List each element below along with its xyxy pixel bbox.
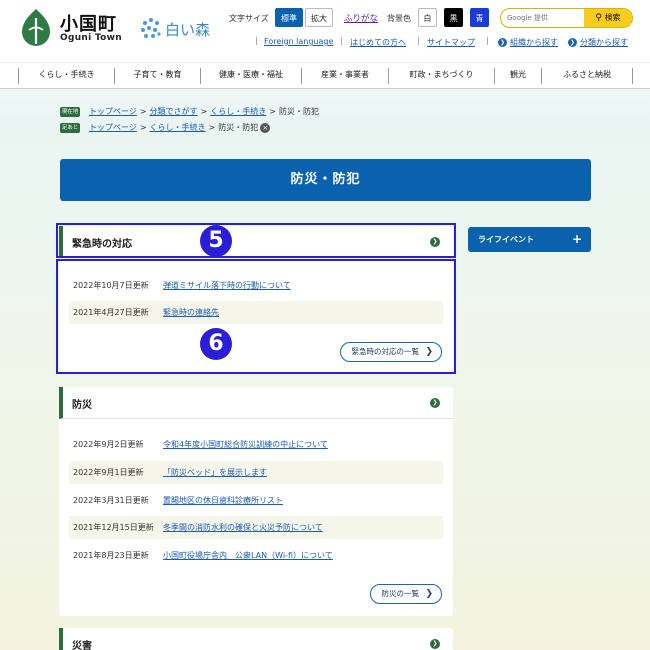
chevron-right-icon: ❯ bbox=[568, 38, 577, 47]
annotation-box-5 bbox=[56, 223, 456, 258]
breadcrumb-link-living[interactable]: くらし・手続き bbox=[210, 107, 266, 116]
breadcrumb-history-link-top[interactable]: トップページ bbox=[89, 123, 137, 132]
item-link[interactable]: 令和4年度小国町総合防災訓練の中止について bbox=[163, 433, 328, 456]
separator: | bbox=[340, 36, 343, 45]
find-by-org-link[interactable]: ❯ 組織から探す bbox=[498, 37, 558, 48]
nav-item-furusato-tax[interactable]: ふるさと納税 bbox=[542, 63, 632, 88]
search-button-label: 検索 bbox=[604, 13, 621, 22]
item-date: 2022年9月1日更新 bbox=[73, 468, 144, 477]
breadcrumb-history-tag: 足あと bbox=[60, 122, 80, 133]
text-size-label: 文字サイズ bbox=[229, 14, 269, 23]
text-size-large-button[interactable]: 拡大 bbox=[305, 8, 333, 27]
item-date: 2022年9月2日更新 bbox=[73, 440, 144, 449]
more-list-button[interactable]: 防災の一覧 ❯ bbox=[369, 584, 442, 604]
breadcrumb-current: 現在地 トップページ > 分類でさがす > くらし・手続き > 防災・防犯 bbox=[60, 106, 319, 117]
annotation-box-6 bbox=[56, 259, 456, 374]
search-button[interactable]: ⚲ 検索 bbox=[584, 9, 632, 27]
nav-item-tourism[interactable]: 観光 bbox=[495, 63, 541, 88]
section-header[interactable]: 防災 ❯ bbox=[59, 387, 453, 419]
site-header: 小国町 Oguni Town 白い森 文字サイズ 標準 拡大 ふりがな 背景色 … bbox=[0, 0, 650, 62]
nav-item-health[interactable]: 健康・医療・福祉 bbox=[201, 63, 301, 88]
item-date: 2021年8月23日更新 bbox=[73, 551, 149, 560]
search-icon: ⚲ bbox=[595, 13, 603, 23]
page-title: 防災・防犯 bbox=[60, 159, 591, 201]
site-roman-name: Oguni Town bbox=[60, 33, 122, 43]
section-title: 防災 bbox=[72, 400, 92, 411]
nav-divider bbox=[632, 68, 633, 84]
sub-logo-text: 白い森 bbox=[165, 21, 211, 39]
snow-forest-logo-icon bbox=[141, 18, 161, 38]
breadcrumb-history-link-living[interactable]: くらし・手続き bbox=[150, 123, 206, 132]
item-link[interactable]: 「防災ベッド」を展示します bbox=[163, 461, 267, 484]
annotation-number-5: 5 bbox=[200, 225, 232, 257]
list-item: 2022年9月1日更新 「防災ベッド」を展示します bbox=[69, 461, 443, 484]
chevron-right-icon: ❯ bbox=[430, 398, 440, 408]
search-input[interactable] bbox=[507, 11, 585, 25]
chevron-right-icon: ❯ bbox=[425, 589, 433, 599]
search-box: ⚲ 検索 bbox=[500, 8, 633, 28]
find-by-org-label: 組織から探す bbox=[510, 38, 558, 47]
list-item: 2021年8月23日更新 小国町役場庁舎内 公衆LAN（Wi-fi）について bbox=[69, 544, 443, 567]
breadcrumb-history-page: 防災・防犯 bbox=[218, 123, 259, 132]
town-logo-icon[interactable] bbox=[18, 8, 54, 48]
chevron-right-icon: ❯ bbox=[430, 639, 440, 649]
item-link[interactable]: 置賜地区の休日歯科診療所リスト bbox=[163, 489, 283, 512]
item-link[interactable]: 冬季間の消防水利の確保と火災予防について bbox=[163, 516, 323, 539]
bg-color-label: 背景色 bbox=[387, 14, 411, 23]
list-item: 2022年3月31日更新 置賜地区の休日歯科診療所リスト bbox=[69, 489, 443, 512]
bg-blue-button[interactable]: 青 bbox=[470, 8, 489, 27]
separator: | bbox=[255, 36, 258, 45]
separator: | bbox=[486, 36, 489, 45]
section-header[interactable]: 災害 ❯ bbox=[59, 628, 453, 650]
more-list-label: 防災の一覧 bbox=[381, 589, 420, 598]
chevron-right-icon: ❯ bbox=[498, 38, 507, 47]
breadcrumb-history: 足あと トップページ > くらし・手続き > 防災・防犯 × bbox=[60, 122, 271, 134]
item-link[interactable]: 小国町役場庁舎内 公衆LAN（Wi-fi）について bbox=[163, 544, 333, 567]
item-date: 2022年3月31日更新 bbox=[73, 496, 149, 505]
nav-item-industry[interactable]: 産業・事業者 bbox=[302, 63, 388, 88]
close-icon[interactable]: × bbox=[260, 122, 271, 133]
list-item: 2021年12月15日更新 冬季間の消防水利の確保と火災予防について bbox=[69, 516, 443, 539]
section-disaster-prevention: 防災 ❯ 2022年9月2日更新 令和4年度小国町総合防災訓練の中止について 2… bbox=[59, 387, 453, 616]
breadcrumb-current-page: 防災・防犯 bbox=[278, 107, 319, 116]
breadcrumb-link-category[interactable]: 分類でさがす bbox=[150, 107, 198, 116]
nav-item-living[interactable]: くらし・手続き bbox=[19, 63, 114, 88]
sitemap-link[interactable]: サイトマップ bbox=[427, 37, 475, 48]
bg-white-button[interactable]: 白 bbox=[418, 8, 437, 27]
furigana-link[interactable]: ふりがな bbox=[344, 12, 378, 24]
find-by-category-label: 分類から探す bbox=[580, 38, 628, 47]
bg-black-button[interactable]: 黒 bbox=[444, 8, 463, 27]
list-item: 2022年9月2日更新 令和4年度小国町総合防災訓練の中止について bbox=[69, 433, 443, 456]
annotation-number-6: 6 bbox=[200, 328, 232, 360]
global-nav: くらし・手続き 子育て・教育 健康・医療・福祉 産業・事業者 町政・まちづくり … bbox=[0, 62, 650, 89]
section-title: 災害 bbox=[72, 641, 92, 650]
nav-item-town-admin[interactable]: 町政・まちづくり bbox=[389, 63, 494, 88]
text-size-standard-button[interactable]: 標準 bbox=[275, 8, 303, 27]
item-date: 2021年12月15日更新 bbox=[73, 523, 154, 532]
first-visit-link[interactable]: はじめての方へ bbox=[350, 37, 406, 48]
breadcrumb-current-tag: 現在地 bbox=[60, 106, 80, 117]
breadcrumb-link-top[interactable]: トップページ bbox=[89, 107, 137, 116]
find-by-category-link[interactable]: ❯ 分類から探す bbox=[568, 37, 628, 48]
nav-item-childcare[interactable]: 子育て・教育 bbox=[115, 63, 200, 88]
section-disaster: 災害 ❯ bbox=[59, 628, 453, 650]
foreign-language-link[interactable]: Foreign language bbox=[264, 37, 333, 46]
separator: | bbox=[417, 36, 420, 45]
life-event-label: ライフイベント bbox=[478, 235, 534, 244]
life-event-menu[interactable]: ライフイベント + bbox=[468, 227, 591, 252]
plus-icon: + bbox=[571, 232, 582, 246]
